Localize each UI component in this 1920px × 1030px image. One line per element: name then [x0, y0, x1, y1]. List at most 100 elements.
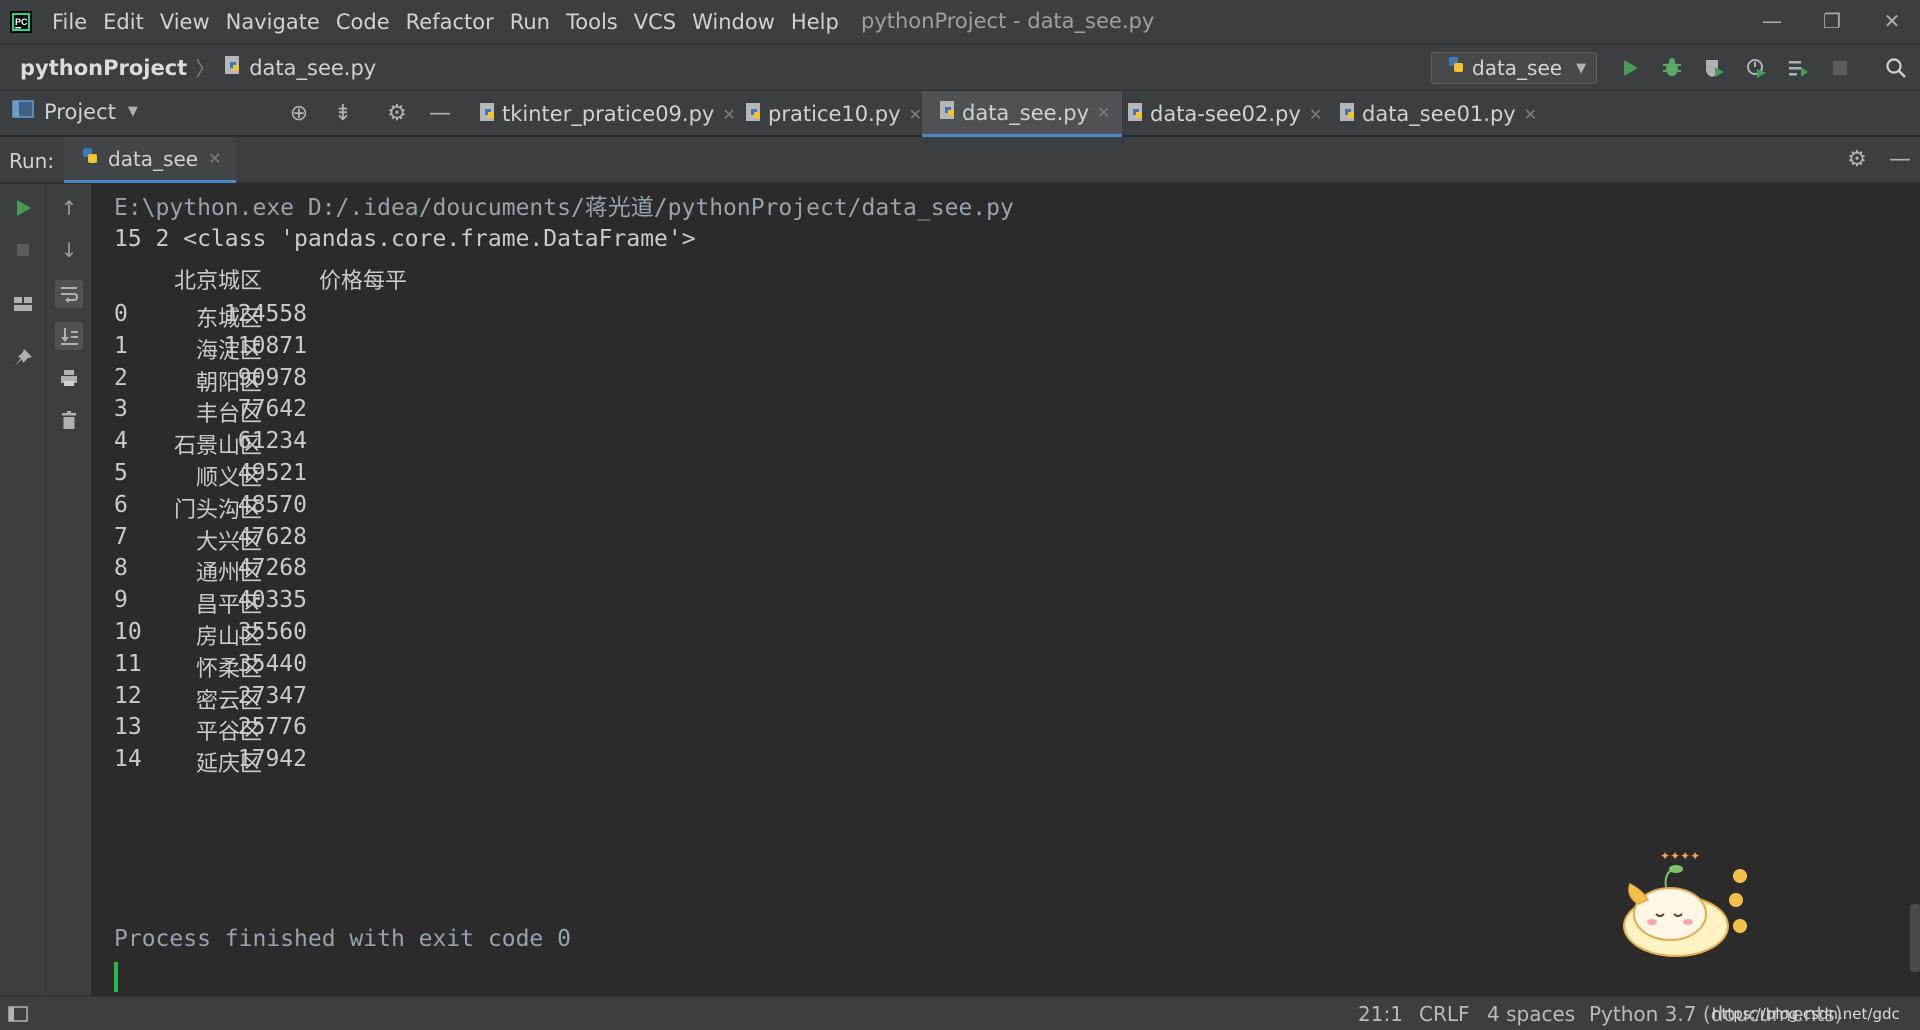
hide-panel-icon[interactable]: — — [1887, 147, 1913, 173]
dataframe-price-cell: 35560 — [237, 619, 307, 645]
dataframe-price-cell: 47628 — [237, 523, 307, 550]
run-config-label: data_see — [1472, 56, 1563, 80]
breadcrumb-project[interactable]: pythonProject — [20, 56, 187, 80]
menu-view[interactable]: View — [160, 10, 210, 34]
close-tab-icon[interactable]: ✕ — [1309, 105, 1322, 124]
editor-tabs-bar: Project ▼ ⊕ ⇟ ⚙ — tkinter_pratice09.py ✕… — [0, 90, 1920, 137]
dataframe-price-cell: 27347 — [237, 682, 307, 709]
python-run-config-icon — [1446, 55, 1466, 81]
navigation-bar: pythonProject 〉 data_see.py data_see ▼ — [0, 44, 1920, 90]
menu-refactor[interactable]: Refactor — [406, 10, 494, 34]
trash-icon[interactable] — [55, 406, 83, 434]
dataframe-price-cell: 49521 — [237, 460, 307, 486]
menu-code[interactable]: Code — [336, 10, 390, 34]
python-file-icon — [938, 100, 958, 125]
tab-label: data_see.py — [962, 100, 1090, 125]
dataframe-header: 北京城区 — [173, 269, 262, 294]
print-icon[interactable] — [55, 364, 83, 392]
menu-file[interactable]: File — [52, 10, 87, 34]
close-window-button[interactable]: ✕ — [1872, 4, 1912, 38]
caret-position[interactable]: 21:1 — [1358, 1002, 1403, 1026]
stop-icon[interactable] — [9, 236, 37, 264]
arrow-down-icon[interactable]: ↓ — [55, 236, 83, 264]
run-tab-data-see[interactable]: data_see ✕ — [64, 137, 236, 183]
menu-tools[interactable]: Tools — [566, 10, 618, 34]
run-tab-label: data_see — [108, 146, 199, 171]
line-separator[interactable]: CRLF — [1419, 1002, 1470, 1026]
dataframe-price-cell: 61234 — [237, 428, 307, 455]
dataframe-price-cell: 35440 — [237, 650, 307, 677]
python-file-icon — [1126, 102, 1146, 127]
dataframe-row: 14 延庆区 17942 — [92, 746, 1920, 784]
gear-icon[interactable]: ⚙ — [384, 101, 410, 127]
dataframe-price-cell: 40335 — [237, 587, 307, 614]
close-tab-icon[interactable]: ✕ — [909, 105, 922, 124]
python-file-icon — [478, 102, 498, 127]
menu-run[interactable]: Run — [510, 10, 550, 34]
menu-vcs[interactable]: VCS — [634, 10, 676, 34]
search-icon[interactable] — [1882, 54, 1910, 82]
tab-data-see01[interactable]: data_see01.py ✕ — [1336, 91, 1549, 137]
indent-setting[interactable]: 4 spaces — [1487, 1002, 1575, 1026]
breadcrumb-file[interactable]: data_see.py — [249, 56, 376, 80]
menu-help[interactable]: Help — [791, 10, 839, 34]
python-file-icon — [1338, 102, 1358, 127]
run-icon[interactable] — [1616, 54, 1644, 82]
locate-file-icon[interactable]: ⊕ — [286, 101, 312, 127]
hide-panel-icon[interactable]: — — [427, 101, 453, 127]
close-tab-icon[interactable]: ✕ — [1097, 103, 1110, 122]
gear-icon[interactable]: ⚙ — [1844, 147, 1870, 173]
python-file-icon — [223, 55, 243, 81]
tab-tkinter-pratice09[interactable]: tkinter_pratice09.py ✕ — [476, 91, 748, 137]
menu-window[interactable]: Window — [692, 10, 775, 34]
close-tab-icon[interactable]: ✕ — [208, 149, 221, 168]
python-file-icon — [744, 102, 764, 127]
svg-text:PC: PC — [15, 17, 28, 27]
dataframe-price-cell: 48570 — [237, 491, 307, 518]
tab-pratice10[interactable]: pratice10.py ✕ — [742, 91, 934, 137]
run-toolwindow-header: Run: data_see ✕ ⚙ — — [0, 137, 1920, 183]
toggle-tool-windows-icon[interactable] — [8, 1004, 28, 1029]
run-actions-gutter — [0, 184, 46, 996]
restore-button[interactable]: ❐ — [1812, 4, 1852, 38]
close-tab-icon[interactable]: ✕ — [722, 105, 735, 124]
dataframe-price-cell: 77642 — [237, 396, 307, 423]
profile-icon[interactable] — [1742, 54, 1770, 82]
console-command-line: E:\python.exe D:/.idea/doucuments/蒋光道/py… — [114, 195, 1014, 221]
tab-label: pratice10.py — [768, 102, 901, 126]
collapse-all-icon[interactable]: ⇟ — [330, 101, 356, 127]
window-title: pythonProject - data_see.py — [861, 9, 1155, 33]
dataframe-price-cell: 17942 — [237, 746, 307, 773]
project-tool-button[interactable]: Project ▼ — [12, 99, 138, 124]
dataframe-header-row: 北京城区 价格每平 — [92, 263, 1920, 301]
soft-wrap-icon[interactable] — [55, 280, 83, 308]
coverage-icon[interactable] — [1700, 54, 1728, 82]
dataframe-price-cell: 25776 — [237, 714, 307, 741]
stop-icon[interactable] — [1826, 54, 1854, 82]
console-cursor — [114, 962, 118, 992]
tab-data-see02[interactable]: data-see02.py ✕ — [1124, 91, 1334, 137]
scroll-to-end-icon[interactable] — [55, 322, 83, 350]
minimize-button[interactable]: — — [1752, 4, 1792, 38]
dataframe-price-cell: 47268 — [237, 555, 307, 582]
dataframe-price-cell: 110871 — [223, 332, 307, 359]
run-label: Run: — [9, 149, 55, 173]
arrow-up-icon[interactable]: ↑ — [55, 194, 83, 222]
run-concurrency-icon[interactable] — [1784, 54, 1812, 82]
tab-data-see[interactable]: data_see.py ✕ — [922, 91, 1123, 137]
layout-icon[interactable] — [9, 290, 37, 318]
pin-icon[interactable] — [9, 344, 37, 372]
rerun-icon[interactable] — [9, 194, 37, 222]
project-label: Project — [44, 99, 116, 124]
mascot-sticker: ✦✦✦✦ — [1608, 844, 1758, 964]
project-panel-icon — [12, 99, 34, 124]
debug-icon[interactable] — [1658, 54, 1686, 82]
run-config-selector[interactable]: data_see ▼ — [1431, 52, 1597, 84]
dataframe-price-cell: 90978 — [237, 364, 307, 391]
menu-navigate[interactable]: Navigate — [226, 10, 320, 34]
menu-edit[interactable]: Edit — [103, 10, 144, 34]
console-output[interactable]: E:\python.exe D:/.idea/doucuments/蒋光道/py… — [92, 184, 1920, 996]
scroll-marker[interactable] — [1910, 904, 1920, 972]
close-tab-icon[interactable]: ✕ — [1524, 105, 1537, 124]
dataframe-header: 价格每平 — [318, 269, 407, 294]
